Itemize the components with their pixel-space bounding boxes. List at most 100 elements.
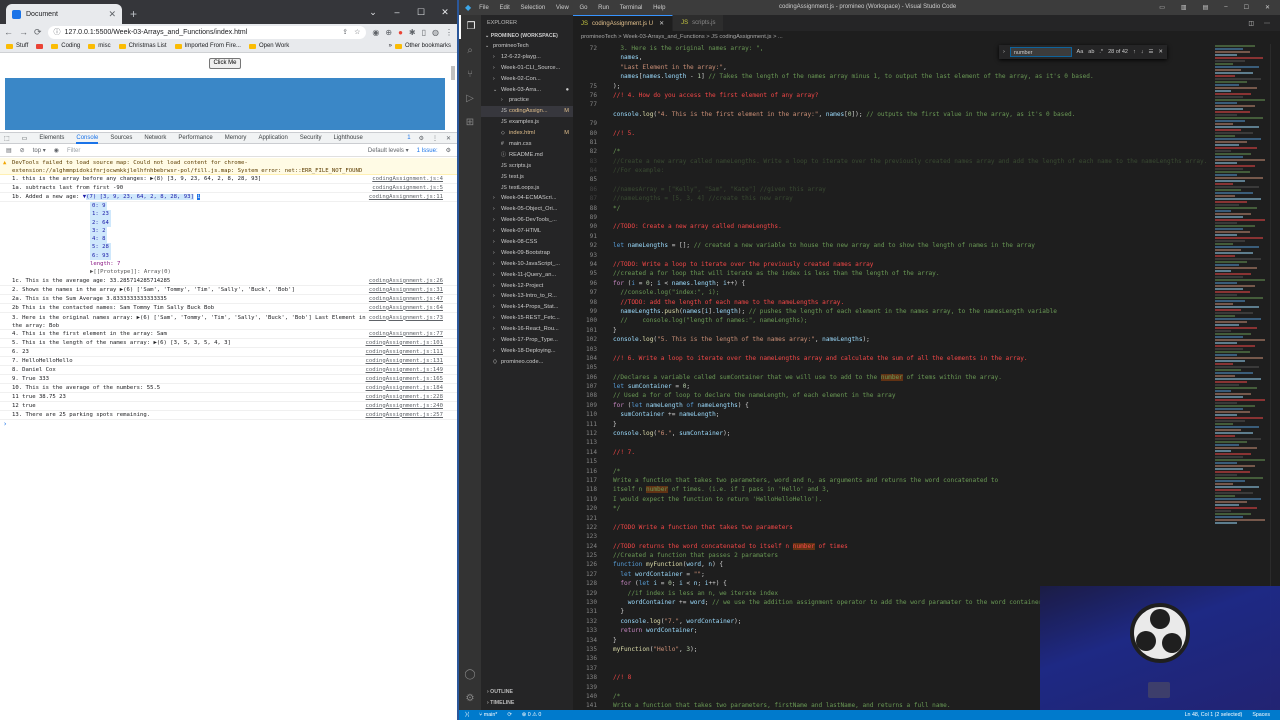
bookmark-item[interactable]: Open Work [248,43,289,49]
arrow-up-icon[interactable]: ↑ [1133,49,1136,55]
other-bookmarks[interactable]: » Other bookmarks [389,43,451,49]
sync-icon[interactable]: ⟳ [507,712,511,718]
forward-icon[interactable]: → [19,27,28,37]
inspect-icon[interactable]: ⬚ [4,135,10,142]
tree-item[interactable]: › Week-14-Props_Stat... [481,302,573,313]
bookmark-item[interactable]: Coding [51,43,80,49]
split-editor-icon[interactable]: ◫ [1248,20,1254,27]
source-link[interactable]: codingAssignment.js:228 [366,394,443,400]
tab-search-icon[interactable]: ⌄ [361,7,385,18]
maximize-icon[interactable]: ☐ [409,7,433,18]
gear-icon[interactable]: ⚙ [459,687,481,711]
tree-item[interactable]: › Week-17-Prop_Type... [481,335,573,346]
source-link[interactable]: codingAssignment.js:111 [366,349,443,355]
breadcrumb[interactable]: promineoTech > Week-03-Arrays_and_Functi… [573,31,1280,44]
problems-indicator[interactable]: ⊗ 0 ⚠ 0 [522,712,542,718]
tab-lighthouse[interactable]: Lighthouse [333,135,362,141]
browser-tab[interactable]: Document ✕ [6,4,122,24]
menu-run[interactable]: Run [598,5,609,11]
tree-item[interactable]: › Week-16-React_Rou... [481,324,573,335]
close-tab-icon[interactable]: ✕ [108,9,116,20]
new-tab-icon[interactable]: + [130,7,137,21]
prototype-toggle[interactable]: ▶[[Prototype]]: Array(0) [90,268,457,276]
indentation[interactable]: Spaces [1252,712,1270,718]
tree-item[interactable]: › Week-15-REST_Fetc... [481,313,573,324]
close-window-icon[interactable]: ✕ [1265,4,1270,11]
source-link[interactable]: codingAssignment.js:73 [369,314,443,322]
bookmark-item[interactable]: Christmas List [118,43,167,49]
source-link[interactable]: codingAssignment.js:131 [366,358,443,364]
close-icon[interactable]: ✕ [446,135,451,142]
source-link[interactable]: codingAssignment.js:26 [369,278,443,284]
filter-input[interactable]: Filter [67,148,187,154]
reload-icon[interactable]: ⟳ [34,27,42,38]
tab-network[interactable]: Network [144,135,166,141]
source-control-icon[interactable]: ⑂ [459,63,481,87]
levels-select[interactable]: Default levels ▾ [368,147,409,154]
match-case-icon[interactable]: Aa [1077,49,1084,55]
tab-application[interactable]: Application [258,135,287,141]
menu-view[interactable]: View [556,5,569,11]
search-icon[interactable]: ⌕ [459,39,481,63]
workspace-header[interactable]: ⌄ PROMINEO (WORKSPACE) [481,31,573,41]
clear-console-icon[interactable]: ⊘ [20,147,25,154]
tree-item[interactable]: JS codingAssign... M [481,106,573,118]
tree-item[interactable]: JS examples.js [481,117,573,128]
tree-item[interactable]: › Week-11-jQuery_an... [481,270,573,281]
tab-security[interactable]: Security [300,135,322,141]
tree-item[interactable]: ⌄ Week-03-Arra... ● [481,85,573,96]
close-icon[interactable]: ✕ [1158,49,1163,55]
tree-item[interactable]: › Week-09-Bootstrap [481,248,573,259]
tree-item[interactable]: ⌄ promineoTech [481,41,573,52]
click-me-button[interactable]: Click Me [209,58,241,69]
menu-terminal[interactable]: Terminal [620,5,643,11]
git-branch[interactable]: ⑂ main* [479,712,497,718]
tree-item[interactable]: › Week-05-Object_Ori... [481,204,573,215]
tree-item[interactable]: › Week-01-CLI_Source... [481,63,573,74]
tree-item[interactable]: › practice [481,95,573,106]
menu-edit[interactable]: Edit [500,5,510,11]
array-toggle[interactable]: ▼(7) [3, 9, 23, 64, 2, 8, 28, 93] i [83,194,201,200]
menu-kebab-icon[interactable]: ⋮ [432,135,438,142]
tree-item[interactable]: ◇ index.html M [481,128,573,139]
tab-memory[interactable]: Memory [225,135,247,141]
account-icon[interactable]: ◯ [459,663,481,687]
sidebar-toggle-icon[interactable]: ▤ [6,147,12,154]
gear-icon[interactable]: ⚙ [446,147,457,154]
menu-help[interactable]: Help [653,5,665,11]
tree-item[interactable]: JS testLoops.js [481,183,573,194]
layout-icon[interactable]: ▤ [1203,4,1209,11]
bookmark-item[interactable] [36,43,44,49]
page-scrollbar[interactable] [451,66,455,80]
tree-item[interactable]: › Week-13-Intro_to_R... [481,291,573,302]
bookmark-item[interactable]: Stuff [6,43,28,49]
bookmark-item[interactable]: Imported From Fire... [174,43,241,49]
extension-icon[interactable]: ◉ [372,28,379,37]
layout-icon[interactable]: ▥ [1181,4,1187,11]
tree-item[interactable]: JS test.js [481,172,573,183]
maximize-icon[interactable]: ☐ [1244,4,1249,11]
source-link[interactable]: codingAssignment.js:165 [366,376,443,382]
outline-section[interactable]: › OUTLINE [481,687,573,698]
tree-item[interactable]: › Week-18-Deploying... [481,346,573,357]
tab-sources[interactable]: Sources [110,135,132,141]
source-link[interactable]: codingAssignment.js:184 [366,385,443,391]
source-link[interactable]: codingAssignment.js:4 [372,176,443,182]
tree-item[interactable]: › Week-08-CSS [481,237,573,248]
context-select[interactable]: top ▾ [33,147,46,154]
source-link[interactable]: codingAssignment.js:5 [372,185,443,191]
tree-item[interactable]: › Week-10-JavaScript_... [481,259,573,270]
menu-go[interactable]: Go [579,5,587,11]
extensions-puzzle-icon[interactable]: ✱ [409,28,416,37]
back-icon[interactable]: ← [4,27,13,37]
whole-word-icon[interactable]: ab [1088,49,1094,55]
tab-performance[interactable]: Performance [178,135,212,141]
regex-icon[interactable]: .* [1099,49,1103,55]
tree-item[interactable]: › Week-12-Project [481,281,573,292]
source-link[interactable]: codingAssignment.js:240 [366,403,443,409]
tree-item[interactable]: ⓘ README.md [481,150,573,161]
info-icon[interactable]: ⓘ [54,27,61,37]
eye-icon[interactable]: ◉ [54,147,59,154]
remote-icon[interactable]: ⟩⟨ [465,712,469,718]
explorer-icon[interactable]: ❐ [459,15,481,39]
